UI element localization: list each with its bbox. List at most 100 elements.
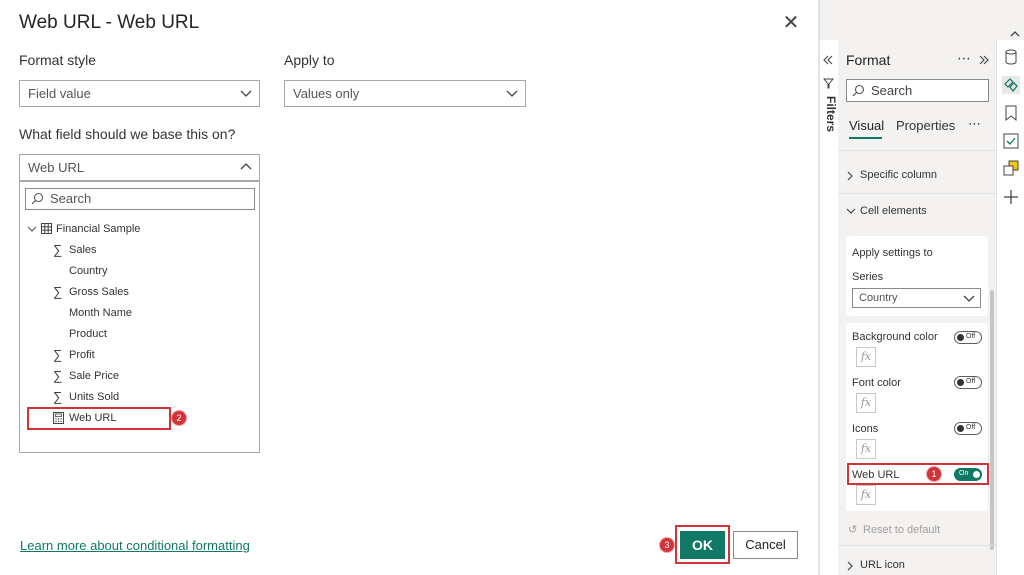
field-label: Month Name	[69, 307, 132, 319]
tree-field-month-name[interactable]: Month Name	[20, 304, 250, 322]
section-label: Cell elements	[860, 205, 927, 217]
sigma-icon: ∑	[53, 368, 63, 383]
format-pane-title: Format	[846, 52, 891, 68]
format-search-input[interactable]: Search	[846, 79, 989, 102]
add-icon[interactable]	[1002, 188, 1020, 206]
step-badge-3: 3	[660, 538, 674, 552]
sigma-icon: ∑	[53, 347, 63, 362]
apply-settings-card: Apply settings to Series Country	[846, 236, 988, 316]
section-label: URL icon	[860, 559, 905, 571]
expand-left-icon[interactable]	[822, 54, 834, 66]
tree-field-product[interactable]: Product	[20, 325, 250, 343]
field-dropdown-value: Web URL	[28, 160, 85, 175]
chevron-down-icon	[963, 295, 975, 302]
tab-visual[interactable]: Visual	[849, 118, 884, 133]
divider	[838, 193, 996, 194]
section-url-icon[interactable]: URL icon	[846, 558, 986, 574]
format-style-label: Format style	[19, 52, 97, 68]
field-label: Product	[69, 328, 107, 340]
highlight-box-web-url-toggle	[847, 463, 989, 485]
apply-settings-label: Apply settings to	[852, 247, 933, 259]
fx-button[interactable]: fx	[856, 347, 876, 367]
chevron-up-icon	[240, 163, 252, 170]
field-label: Country	[69, 265, 108, 277]
format-search-placeholder: Search	[871, 83, 913, 98]
selection-icon[interactable]	[1002, 160, 1020, 178]
reset-to-default-button[interactable]: ↺ Reset to default	[848, 523, 968, 539]
series-dropdown[interactable]: Country	[852, 288, 981, 308]
background-color-toggle[interactable]: Off	[954, 331, 982, 344]
chevron-down-icon	[240, 90, 252, 97]
field-dropdown[interactable]: Web URL	[19, 154, 260, 181]
reset-label: Reset to default	[863, 524, 941, 536]
tree-field-country[interactable]: Country	[20, 262, 250, 280]
filter-icon	[823, 78, 834, 89]
apply-to-value: Values only	[293, 86, 360, 101]
toggle-knob	[957, 425, 964, 432]
toggle-text: Off	[966, 333, 976, 340]
field-search-input[interactable]: Search	[25, 188, 255, 210]
chevron-up-icon[interactable]	[1010, 30, 1020, 38]
search-icon	[852, 84, 865, 97]
scrollbar-thumb[interactable]	[990, 290, 994, 550]
sync-slicers-icon[interactable]	[1002, 132, 1020, 150]
collapse-right-icon[interactable]	[978, 54, 990, 66]
section-label: Specific column	[860, 169, 938, 181]
bookmark-icon[interactable]	[1002, 104, 1020, 122]
tab-properties[interactable]: Properties	[896, 118, 955, 133]
field-list-panel: Search Financial Sample ∑ Sales Country …	[19, 181, 260, 453]
filters-label[interactable]: Filters	[824, 96, 838, 132]
tree-field-sale-price[interactable]: ∑ Sale Price	[20, 367, 250, 385]
section-specific-column[interactable]: Specific column	[846, 168, 986, 184]
background-color-label: Background color	[852, 331, 938, 343]
font-color-label: Font color	[852, 377, 901, 389]
dialog-title: Web URL - Web URL	[19, 12, 200, 33]
field-label: Units Sold	[69, 391, 120, 403]
sigma-icon: ∑	[53, 389, 63, 404]
more-options-icon[interactable]: ⋯	[957, 50, 971, 67]
chevron-down-icon	[846, 208, 856, 214]
learn-more-link[interactable]: Learn more about conditional formatting	[20, 538, 250, 553]
icons-label: Icons	[852, 423, 879, 435]
sigma-icon: ∑	[53, 242, 63, 257]
format-paintbrush-icon[interactable]	[1002, 76, 1020, 94]
tree-field-sales[interactable]: ∑ Sales	[20, 241, 250, 259]
apply-to-label: Apply to	[284, 52, 335, 68]
tree-field-gross-sales[interactable]: ∑ Gross Sales	[20, 283, 250, 301]
tab-visual-underline	[849, 137, 882, 139]
series-value: Country	[859, 292, 898, 304]
chevron-right-icon	[847, 561, 853, 571]
tree-table-label: Financial Sample	[56, 223, 141, 235]
top-strip	[820, 0, 1024, 40]
reset-icon: ↺	[848, 524, 858, 536]
table-icon	[41, 223, 52, 234]
field-question-label: What field should we base this on?	[19, 126, 236, 142]
toggle-knob	[957, 379, 964, 386]
field-label: Profit	[69, 349, 95, 361]
divider	[838, 545, 996, 546]
field-label: Gross Sales	[69, 286, 129, 298]
tree-field-profit[interactable]: ∑ Profit	[20, 346, 250, 364]
field-label: Sale Price	[69, 370, 120, 382]
icons-toggle[interactable]: Off	[954, 422, 982, 435]
chevron-down-icon	[27, 226, 37, 232]
field-search-placeholder: Search	[50, 191, 92, 206]
section-cell-elements[interactable]: Cell elements	[846, 204, 986, 220]
chevron-down-icon	[506, 90, 518, 97]
ok-button[interactable]: OK	[680, 531, 725, 559]
sigma-icon: ∑	[53, 284, 63, 299]
data-cylinder-icon[interactable]	[1002, 48, 1020, 66]
apply-to-dropdown[interactable]: Values only	[284, 80, 526, 107]
fx-button[interactable]: fx	[856, 485, 876, 505]
series-label: Series	[852, 271, 884, 283]
format-style-dropdown[interactable]: Field value	[19, 80, 260, 107]
cancel-button[interactable]: Cancel	[733, 531, 798, 559]
font-color-toggle[interactable]: Off	[954, 376, 982, 389]
toggle-knob	[957, 334, 964, 341]
close-icon[interactable]: ✕	[781, 12, 801, 34]
toggle-text: Off	[966, 378, 976, 385]
more-options-icon[interactable]: ⋯	[968, 116, 981, 132]
tree-field-units-sold[interactable]: ∑ Units Sold	[20, 388, 250, 406]
fx-button[interactable]: fx	[856, 439, 876, 459]
fx-button[interactable]: fx	[856, 393, 876, 413]
